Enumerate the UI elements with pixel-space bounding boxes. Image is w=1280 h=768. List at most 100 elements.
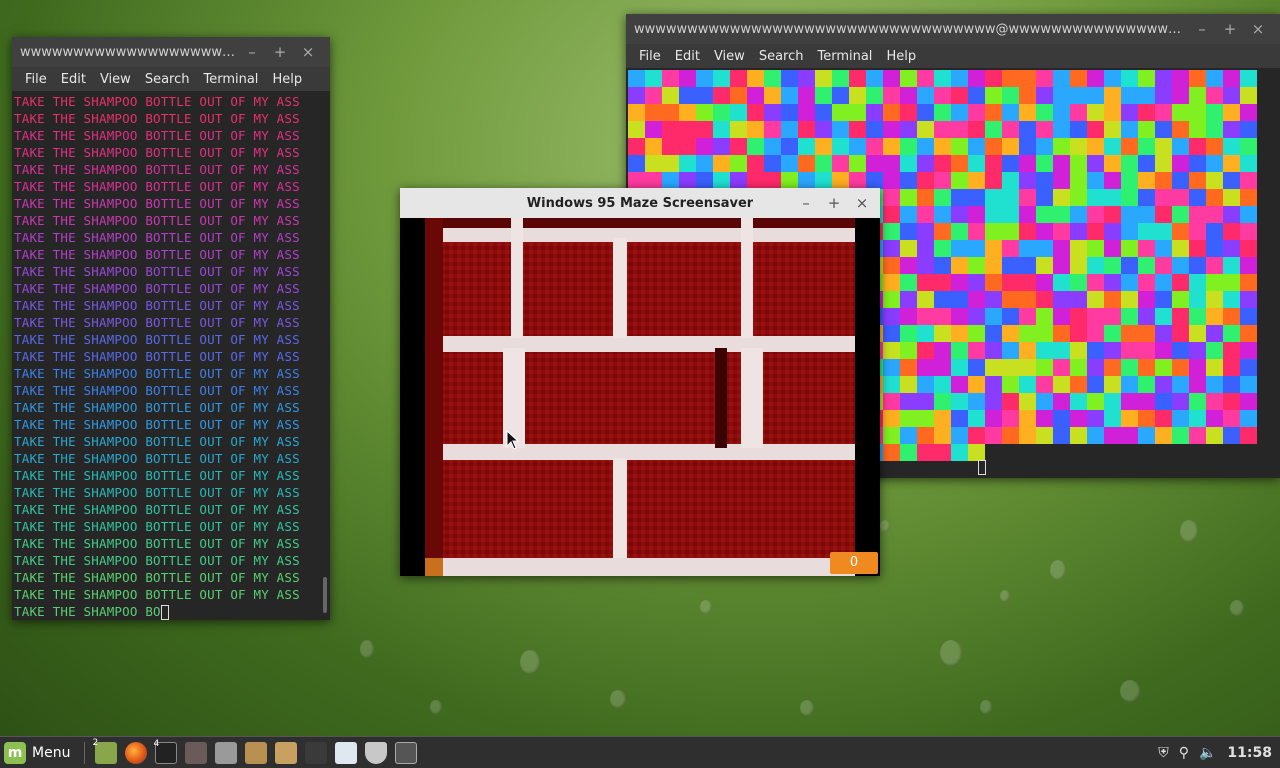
menu-search[interactable]: Search — [138, 72, 197, 87]
color-cell — [1070, 223, 1087, 240]
color-cell — [1019, 138, 1036, 155]
color-cell — [696, 104, 713, 121]
color-cell — [934, 376, 951, 393]
color-cell — [1138, 70, 1155, 87]
start-menu-button[interactable]: m Menu — [0, 737, 78, 768]
menu-help[interactable]: Help — [265, 72, 309, 87]
color-cell — [883, 342, 900, 359]
color-cell — [1104, 155, 1121, 172]
color-cell — [645, 172, 662, 189]
color-cell — [1121, 376, 1138, 393]
color-cell — [1070, 376, 1087, 393]
menu-view[interactable]: View — [93, 72, 138, 87]
minimize-button[interactable]: – — [792, 194, 820, 212]
files-icon[interactable]: 2 — [92, 738, 118, 764]
color-cell — [764, 87, 781, 104]
shield-icon[interactable] — [365, 741, 388, 764]
menu-terminal[interactable]: Terminal — [810, 49, 879, 64]
color-cell — [1121, 427, 1138, 444]
menu-help[interactable]: Help — [879, 49, 923, 64]
color-cell — [1206, 223, 1223, 240]
menu-view[interactable]: View — [707, 49, 752, 64]
maximize-button[interactable]: + — [820, 194, 848, 212]
menu-terminal[interactable]: Terminal — [196, 72, 265, 87]
color-cell — [934, 121, 951, 138]
terminal-output[interactable]: TAKE THE SHAMPOO BOTTLE OUT OF MY ASS TAK… — [12, 91, 330, 620]
document-icon[interactable] — [335, 741, 358, 764]
menu-file[interactable]: File — [18, 72, 54, 87]
color-cell — [645, 104, 662, 121]
right-terminal-titlebar[interactable]: wwwwwwwwwwwwwwwwwwwwwwwwwwwwwwwwww@wwwww… — [626, 14, 1280, 44]
close-button[interactable]: × — [294, 43, 322, 61]
maximize-button[interactable]: + — [1216, 20, 1244, 38]
color-cell — [917, 376, 934, 393]
color-cell — [1070, 274, 1087, 291]
color-cell — [1002, 87, 1019, 104]
color-cell — [1206, 138, 1223, 155]
color-cell — [1189, 155, 1206, 172]
color-cell — [1087, 155, 1104, 172]
color-cell — [968, 240, 985, 257]
color-cell — [1240, 274, 1257, 291]
color-cell — [1206, 274, 1223, 291]
color-cell — [679, 138, 696, 155]
color-cell — [1002, 291, 1019, 308]
color-cell — [1138, 223, 1155, 240]
color-cell — [1240, 223, 1257, 240]
color-cell — [1036, 308, 1053, 325]
color-cell — [1240, 410, 1257, 427]
color-cell — [1104, 240, 1121, 257]
terminal-icon[interactable]: 4 — [153, 739, 178, 764]
terminal-line: TAKE THE SHAMPOO BOTTLE OUT OF MY ASS — [14, 145, 300, 160]
clock[interactable]: 11:58 — [1227, 745, 1272, 761]
app-icon[interactable] — [185, 741, 208, 764]
color-cell — [1155, 172, 1172, 189]
update-shield-icon[interactable]: ⛨ — [1158, 745, 1169, 761]
color-cell — [866, 70, 883, 87]
color-cell — [1223, 410, 1240, 427]
maze-3d-view[interactable] — [425, 218, 855, 576]
color-cell — [934, 342, 951, 359]
firefox-icon[interactable] — [125, 741, 148, 764]
color-cell — [1036, 257, 1053, 274]
color-cell — [1053, 87, 1070, 104]
window-list-icon[interactable] — [395, 741, 418, 764]
maze-screensaver-window[interactable]: Windows 95 Maze Screensaver – + × 0 — [400, 188, 880, 576]
color-cell — [747, 172, 764, 189]
scrollbar[interactable] — [323, 577, 327, 613]
menu-edit[interactable]: Edit — [54, 72, 93, 87]
archive-icon[interactable] — [275, 741, 298, 764]
color-cell — [1087, 104, 1104, 121]
left-terminal-window[interactable]: wwwwwwwwwwwwwwwwwwwww... – + × File Edit… — [12, 37, 330, 620]
package-icon[interactable] — [245, 741, 268, 764]
menu-file[interactable]: File — [632, 49, 668, 64]
menu-search[interactable]: Search — [752, 49, 811, 64]
close-button[interactable]: × — [848, 194, 876, 212]
color-cell — [1206, 359, 1223, 376]
color-cell — [1172, 359, 1189, 376]
minimize-button[interactable]: – — [1188, 20, 1216, 38]
minimize-button[interactable]: – — [238, 43, 266, 61]
color-cell — [900, 444, 917, 461]
left-terminal-titlebar[interactable]: wwwwwwwwwwwwwwwwwwwww... – + × — [12, 37, 330, 67]
color-cell — [764, 121, 781, 138]
color-cell — [1019, 359, 1036, 376]
color-cell — [1206, 342, 1223, 359]
color-cell — [781, 104, 798, 121]
maximize-button[interactable]: + — [266, 43, 294, 61]
color-cell — [985, 121, 1002, 138]
color-cell — [1240, 393, 1257, 410]
menu-edit[interactable]: Edit — [668, 49, 707, 64]
network-icon[interactable]: ⚲ — [1179, 745, 1189, 761]
color-cell — [1104, 189, 1121, 206]
color-cell — [866, 155, 883, 172]
volume-icon[interactable]: 🔈 — [1199, 745, 1216, 761]
color-cell — [934, 291, 951, 308]
close-button[interactable]: × — [1244, 20, 1272, 38]
color-cell — [1155, 70, 1172, 87]
color-cell — [1189, 342, 1206, 359]
settings-icon[interactable] — [215, 741, 238, 764]
color-cell — [815, 155, 832, 172]
color-cell — [1223, 155, 1240, 172]
blank-window-icon[interactable] — [305, 741, 328, 764]
